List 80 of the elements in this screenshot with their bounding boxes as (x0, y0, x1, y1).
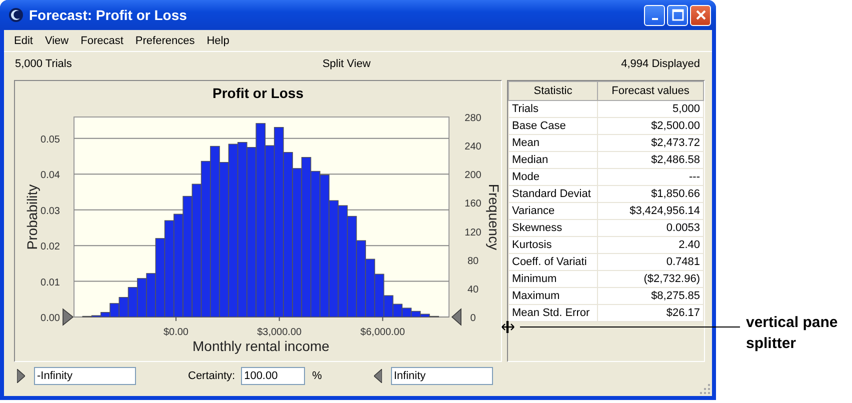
certainty-label: Certainty: (188, 370, 236, 382)
statistic-value: 5,000 (598, 100, 704, 118)
statistic-value: $26.17 (598, 304, 704, 322)
upper-bound-field[interactable]: Infinity (390, 367, 493, 385)
certainty-field[interactable]: 100.00 (241, 367, 306, 385)
statistic-value: $3,424,956.14 (598, 202, 704, 220)
statistic-name: Minimum (508, 270, 598, 288)
statistic-value: $2,500.00 (598, 118, 704, 134)
statistic-value: --- (598, 168, 704, 186)
column-header[interactable]: Statistic (508, 82, 598, 100)
callout-text: vertical pane splitter (746, 313, 839, 354)
statistic-name: Maximum (508, 288, 598, 304)
window-title: Forecast: Profit or Loss (29, 7, 188, 23)
trials-count: 5,000 Trials (15, 58, 72, 72)
statistic-name: Variance (508, 202, 598, 220)
y-tick-label: 0.04 (40, 170, 60, 182)
x-tick-label: $0.00 (163, 327, 188, 338)
menu-item[interactable]: Forecast (74, 35, 130, 47)
close-button[interactable] (690, 4, 711, 26)
statistic-name: Median (508, 152, 598, 168)
y-tick-label: 0.01 (40, 277, 60, 288)
y-tick-label: 0.00 (40, 313, 60, 324)
chart-title: Profit or Loss (212, 85, 304, 101)
frequency-axis-label: Frequency (486, 184, 501, 250)
statistic-value: 0.0053 (598, 220, 704, 236)
x-tick-label: $6,000.00 (360, 327, 405, 338)
frequency-tick-label: 0 (470, 313, 476, 324)
x-tick-label: $3,000.00 (257, 327, 302, 338)
histogram-bar (402, 308, 412, 318)
statistic-name: Kurtosis (508, 236, 598, 254)
y-tick-label: 0.03 (40, 206, 60, 217)
close-icon (694, 9, 706, 21)
statistic-value: $1,850.66 (598, 186, 704, 202)
right-triangle-icon (17, 369, 25, 383)
minimize-button[interactable] (644, 4, 665, 26)
statistic-value: ($2,732.96) (598, 270, 704, 288)
frequency-tick-label: 80 (467, 256, 479, 267)
resize-grip[interactable] (700, 384, 710, 394)
menu-item[interactable]: Help (200, 35, 236, 47)
frequency-tick-label: 120 (464, 227, 482, 238)
frequency-tick-label: 40 (467, 284, 479, 296)
statistic-name: Mode (508, 168, 598, 186)
view-mode: Split View (322, 58, 371, 72)
displayed-count: 4,994 Displayed (621, 58, 700, 72)
maximize-button[interactable] (667, 4, 688, 26)
frequency-tick-label: 160 (464, 198, 482, 210)
column-header[interactable]: Forecast values (598, 82, 704, 100)
statistic-name: Coeff. of Variati (508, 254, 598, 270)
left-slider-handle[interactable] (62, 308, 74, 326)
y-axis-label: Probability (24, 184, 40, 250)
menu-item[interactable]: Edit (8, 35, 39, 47)
x-axis-label: Monthly rental income (192, 338, 330, 354)
right-slider-handle[interactable] (451, 308, 462, 326)
statistic-value: $8,275.85 (598, 288, 704, 304)
histogram-bar (137, 278, 147, 318)
statistic-name: Mean (508, 134, 598, 152)
left-triangle-icon (374, 369, 382, 383)
lower-bound-field[interactable]: -Infinity (34, 367, 136, 385)
percent-sign: % (312, 370, 322, 382)
statistic-name: Standard Deviat (508, 186, 598, 202)
menu-item[interactable]: View (38, 35, 75, 47)
menu-item[interactable]: Preferences (129, 35, 201, 47)
statistic-value: 2.40 (598, 236, 704, 254)
statistic-value: 0.7481 (598, 254, 704, 270)
statistic-name: Mean Std. Error (508, 304, 598, 322)
maximize-icon (672, 9, 684, 21)
statistic-value: $2,486.58 (598, 152, 704, 168)
statistic-name: Trials (508, 100, 598, 118)
app-icon (8, 7, 24, 23)
frequency-tick-label: 240 (464, 142, 482, 153)
y-tick-label: 0.02 (40, 242, 60, 253)
statistic-value: $2,473.72 (598, 134, 704, 152)
minimize-icon (652, 18, 658, 20)
frequency-tick-label: 280 (464, 113, 482, 124)
statistic-name: Skewness (508, 220, 598, 236)
y-tick-label: 0.05 (40, 134, 60, 146)
split-cursor-icon (501, 321, 515, 333)
frequency-tick-label: 200 (464, 170, 482, 182)
statistic-name: Base Case (508, 118, 598, 134)
histogram-bar (365, 258, 376, 318)
